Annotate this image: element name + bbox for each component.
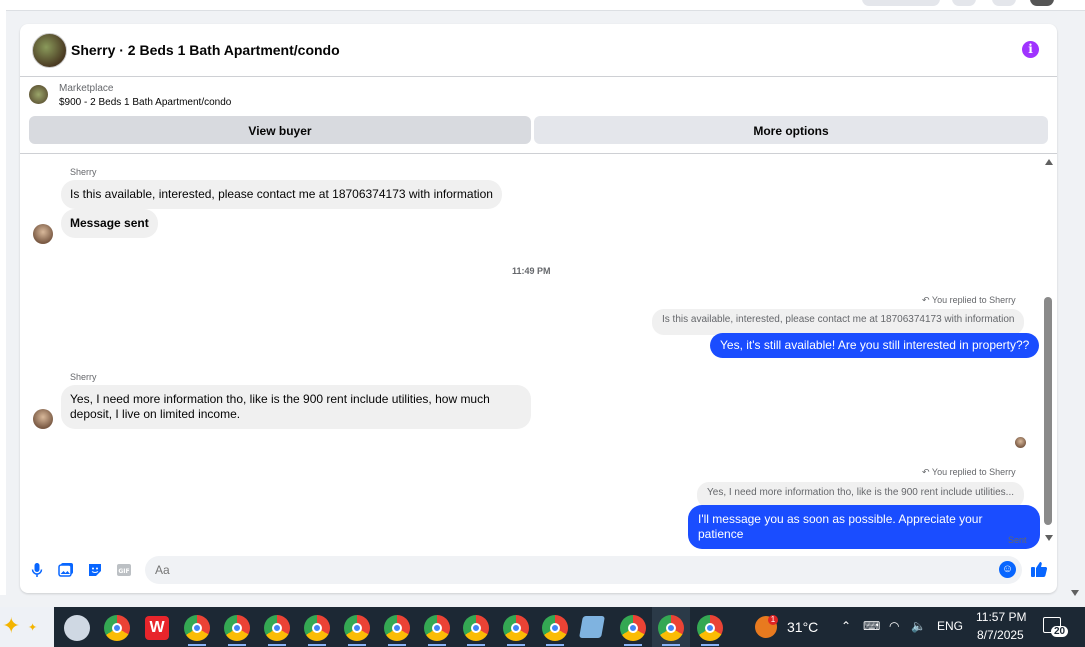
info-icon[interactable]: i	[1022, 41, 1039, 58]
seen-avatar	[1015, 437, 1026, 448]
open-indicator	[467, 644, 485, 646]
open-indicator	[348, 644, 366, 646]
left-edge	[0, 10, 6, 595]
chevron-up-icon[interactable]: ⌃	[841, 619, 851, 633]
chrome-profile-icon[interactable]	[224, 615, 250, 641]
open-indicator	[228, 644, 246, 646]
top-icon-button[interactable]	[992, 0, 1016, 6]
microphone-icon[interactable]	[29, 562, 45, 578]
message-status: Sent	[1008, 535, 1027, 545]
chat-title[interactable]: Sherry · 2 Beds 1 Bath Apartment/condo	[71, 42, 340, 58]
profile-avatar[interactable]	[1030, 0, 1054, 6]
open-indicator	[428, 644, 446, 646]
open-indicator	[624, 644, 642, 646]
chrome-profile-icon[interactable]	[503, 615, 529, 641]
chat-window: Sherry · 2 Beds 1 Bath Apartment/condo i…	[20, 24, 1057, 593]
sender-avatar[interactable]	[33, 224, 53, 244]
listing-avatar[interactable]	[32, 33, 67, 68]
open-indicator	[268, 644, 286, 646]
open-indicator	[507, 644, 525, 646]
language-indicator[interactable]: ENG	[937, 619, 963, 633]
reply-arrow-icon: ↶	[922, 295, 932, 305]
scroll-thumb[interactable]	[1044, 297, 1052, 525]
open-indicator	[662, 644, 680, 646]
scroll-down-arrow[interactable]	[1045, 535, 1053, 541]
open-indicator	[546, 644, 564, 646]
incoming-message[interactable]: Message sent	[61, 209, 158, 238]
sticker-icon[interactable]	[87, 562, 103, 578]
outgoing-message[interactable]: Yes, it's still available! Are you still…	[710, 333, 1040, 358]
divider	[20, 153, 1057, 154]
gif-icon[interactable]: GIF	[116, 562, 132, 578]
chrome-profile-icon[interactable]	[184, 615, 210, 641]
chrome-profile-icon[interactable]	[620, 615, 646, 641]
volume-icon[interactable]: 🔈	[911, 619, 926, 633]
listing-thumbnail[interactable]	[29, 85, 48, 104]
page-scroll-down-arrow[interactable]	[1071, 590, 1079, 596]
wifi-icon[interactable]: ◠	[889, 619, 899, 633]
chrome-profile-icon[interactable]	[542, 615, 568, 641]
chrome-profile-icon[interactable]	[424, 615, 450, 641]
clock-date[interactable]: 8/7/2025	[977, 628, 1024, 642]
marketplace-label: Marketplace	[59, 83, 114, 94]
chrome-profile-icon[interactable]	[264, 615, 290, 641]
chrome-profile-icon[interactable]	[697, 615, 723, 641]
sender-name: Sherry	[70, 372, 97, 382]
open-indicator	[701, 644, 719, 646]
incoming-message[interactable]: Is this available, interested, please co…	[61, 180, 502, 209]
chrome-profile-icon[interactable]	[463, 615, 489, 641]
svg-text:GIF: GIF	[118, 568, 129, 575]
sparkle-icon: ✦	[2, 613, 21, 638]
paint-icon[interactable]	[64, 615, 90, 641]
wps-office-icon[interactable]: W	[145, 616, 169, 640]
thread-scrollbar[interactable]	[1042, 155, 1056, 541]
reply-label-text: You replied to Sherry	[931, 295, 1016, 305]
top-search-pill[interactable]	[862, 0, 940, 6]
incoming-message[interactable]: Yes, I need more information tho, like i…	[61, 385, 531, 429]
chrome-icon[interactable]	[104, 615, 130, 641]
browser-top-strip	[0, 0, 1085, 11]
reply-label: ↶ You replied to Sherry	[922, 467, 1016, 478]
sender-avatar[interactable]	[33, 409, 53, 429]
notepad-icon[interactable]	[579, 616, 605, 638]
open-indicator	[188, 644, 206, 646]
open-indicator	[308, 644, 326, 646]
scroll-up-arrow[interactable]	[1045, 159, 1053, 165]
top-icon-button[interactable]	[952, 0, 976, 6]
notification-count: 20	[1051, 626, 1069, 637]
chat-header: Sherry · 2 Beds 1 Bath Apartment/condo i	[20, 24, 1057, 77]
copilot-button[interactable]: ✦ ✦	[0, 607, 54, 647]
outgoing-message[interactable]: I'll message you as soon as possible. Ap…	[688, 505, 1040, 549]
message-composer: GIF ☺	[20, 554, 1057, 586]
message-thread: Sherry Is this available, interested, pl…	[20, 155, 1040, 550]
view-buyer-button[interactable]: View buyer	[29, 116, 531, 144]
chrome-profile-icon-active[interactable]	[658, 615, 684, 641]
chrome-profile-icon[interactable]	[304, 615, 330, 641]
sparkle-icon: ✦	[28, 622, 38, 634]
chrome-profile-icon[interactable]	[344, 615, 370, 641]
input-method-icon[interactable]: ⌨	[863, 619, 880, 633]
reply-label-text: You replied to Sherry	[931, 467, 1016, 477]
like-icon[interactable]	[1030, 560, 1048, 583]
message-timestamp: 11:49 PM	[512, 266, 551, 276]
open-indicator	[388, 644, 406, 646]
reply-arrow-icon: ↶	[922, 467, 932, 477]
emoji-icon[interactable]: ☺	[999, 561, 1016, 578]
clock-time[interactable]: 11:57 PM	[976, 610, 1026, 624]
chrome-profile-icon[interactable]	[384, 615, 410, 641]
temperature[interactable]: 31°C	[787, 619, 818, 635]
windows-taskbar: ✦ ✦ W 1 31°C ⌃ ⌨ ◠ 🔈 ENG 11:57 PM 8/7/20…	[0, 607, 1085, 647]
listing-price-title[interactable]: $900 - 2 Beds 1 Bath Apartment/condo	[59, 97, 231, 108]
photo-icon[interactable]	[58, 562, 74, 578]
weather-alert-badge: 1	[768, 615, 778, 625]
reply-label: ↶ You replied to Sherry	[922, 295, 1016, 306]
message-input[interactable]	[145, 556, 1022, 584]
quoted-message[interactable]: Is this available, interested, please co…	[652, 309, 1025, 335]
sender-name: Sherry	[70, 167, 97, 177]
more-options-button[interactable]: More options	[534, 116, 1048, 144]
